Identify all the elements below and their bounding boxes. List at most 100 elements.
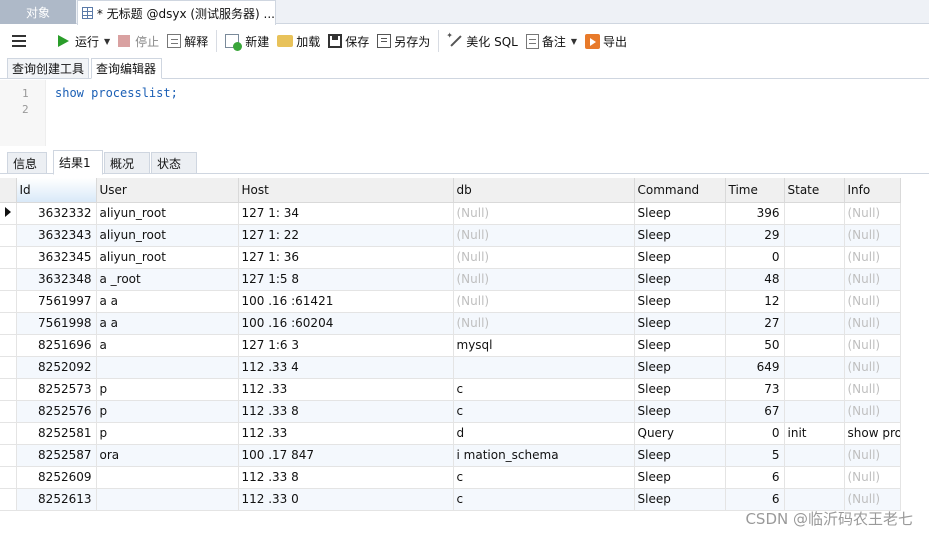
beautify-sql-button[interactable]: 美化 SQL — [443, 29, 522, 53]
cell-info[interactable]: (Null) — [844, 312, 901, 335]
cell-host[interactable]: 127 1: 22 — [238, 224, 454, 247]
chevron-down-icon[interactable]: ▼ — [571, 37, 577, 46]
cell-info[interactable]: (Null) — [844, 466, 901, 489]
table-row[interactable]: 8251696 a 127 1:6 3 mysql Sleep 50 (Null) — [0, 334, 901, 357]
cell-command[interactable]: Sleep — [634, 290, 726, 313]
cell-state[interactable] — [784, 400, 845, 423]
load-button[interactable]: 加载 — [273, 29, 324, 53]
cell-time[interactable]: 0 — [725, 422, 785, 445]
table-row[interactable]: 7561998 a a 100 .16 :60204 (Null) Sleep 27 (Nu… — [0, 312, 901, 335]
cell-host[interactable]: 112 .33 0 — [238, 488, 454, 511]
cell-command[interactable]: Sleep — [634, 400, 726, 423]
cell-id[interactable]: 8252573 — [16, 378, 97, 401]
column-header-id[interactable]: Id — [16, 178, 97, 203]
cell-host[interactable]: 112 .33 4 — [238, 356, 454, 379]
cell-state[interactable] — [784, 312, 845, 335]
cell-db[interactable]: i mation_schema — [453, 444, 635, 467]
row-marker[interactable] — [0, 488, 17, 511]
cell-command[interactable]: Sleep — [634, 312, 726, 335]
table-row[interactable]: 3632348 a _root 127 1:5 8 (Null) Sleep 48 (Nul… — [0, 268, 901, 291]
row-marker[interactable] — [0, 202, 17, 225]
cell-command[interactable]: Sleep — [634, 334, 726, 357]
cell-host[interactable]: 127 1:5 8 — [238, 268, 454, 291]
cell-user[interactable]: ora — [96, 444, 239, 467]
cell-time[interactable]: 67 — [725, 400, 785, 423]
cell-command[interactable]: Sleep — [634, 268, 726, 291]
cell-id[interactable]: 8252581 — [16, 422, 97, 445]
tab-result-1[interactable]: 结果1 — [53, 150, 103, 175]
cell-user[interactable] — [96, 466, 239, 489]
cell-db[interactable]: (Null) — [453, 290, 635, 313]
cell-command[interactable]: Query — [634, 422, 726, 445]
cell-command[interactable]: Sleep — [634, 466, 726, 489]
row-marker[interactable] — [0, 400, 17, 423]
cell-user[interactable] — [96, 488, 239, 511]
cell-time[interactable]: 29 — [725, 224, 785, 247]
cell-state[interactable] — [784, 202, 845, 225]
cell-host[interactable]: 127 1: 36 — [238, 246, 454, 269]
note-button[interactable]: 备注 ▼ — [522, 29, 581, 53]
tab-info[interactable]: 信息 — [7, 152, 47, 174]
table-row[interactable]: 8252613 112 .33 0 c Sleep 6 (Null) — [0, 488, 901, 511]
cell-state[interactable] — [784, 268, 845, 291]
cell-command[interactable]: Sleep — [634, 224, 726, 247]
cell-info[interactable]: (Null) — [844, 334, 901, 357]
cell-state[interactable] — [784, 224, 845, 247]
row-marker[interactable] — [0, 356, 17, 379]
tab-status[interactable]: 状态 — [151, 152, 197, 174]
cell-id[interactable]: 7561998 — [16, 312, 97, 335]
column-header-host[interactable]: Host — [238, 178, 454, 203]
cell-db[interactable]: d — [453, 422, 635, 445]
table-row[interactable]: 8252092 112 .33 4 Sleep 649 (Null) — [0, 356, 901, 379]
cell-info[interactable]: (Null) — [844, 400, 901, 423]
sql-code-line[interactable]: show processlist; — [55, 86, 178, 100]
cell-id[interactable]: 8252576 — [16, 400, 97, 423]
cell-time[interactable]: 48 — [725, 268, 785, 291]
column-header-db[interactable]: db — [453, 178, 635, 203]
cell-command[interactable]: Sleep — [634, 356, 726, 379]
row-marker[interactable] — [0, 378, 17, 401]
tab-objects[interactable]: 对象 — [0, 0, 76, 24]
cell-user[interactable]: p — [96, 400, 239, 423]
cell-id[interactable]: 3632343 — [16, 224, 97, 247]
cell-db[interactable]: (Null) — [453, 246, 635, 269]
row-marker[interactable] — [0, 290, 17, 313]
cell-user[interactable]: p — [96, 378, 239, 401]
cell-id[interactable]: 8252613 — [16, 488, 97, 511]
cell-user[interactable]: a a — [96, 312, 239, 335]
cell-time[interactable]: 0 — [725, 246, 785, 269]
cell-state[interactable]: init — [784, 422, 845, 445]
cell-host[interactable]: 112 .33 8 — [238, 400, 454, 423]
cell-db[interactable]: c — [453, 400, 635, 423]
cell-command[interactable]: Sleep — [634, 444, 726, 467]
table-row[interactable]: 3632343 aliyun_root 127 1: 22 (Null) Sleep 29… — [0, 224, 901, 247]
cell-id[interactable]: 8252609 — [16, 466, 97, 489]
explain-button[interactable]: 解释 — [163, 29, 212, 53]
save-as-button[interactable]: 另存为 — [373, 29, 434, 53]
table-row[interactable]: 3632345 aliyun_root 127 1: 36 (Null) Sleep 0(… — [0, 246, 901, 269]
cell-info[interactable]: (Null) — [844, 268, 901, 291]
table-row[interactable]: 8252587 ora 100 .17 847 i mation_schema Slee… — [0, 444, 901, 467]
cell-host[interactable]: 112 .33 — [238, 422, 454, 445]
cell-id[interactable]: 8252587 — [16, 444, 97, 467]
column-header-command[interactable]: Command — [634, 178, 726, 203]
table-row[interactable]: 8252581 p 112 .33 d Query 0 init show pro — [0, 422, 901, 445]
cell-id[interactable]: 3632345 — [16, 246, 97, 269]
cell-time[interactable]: 12 — [725, 290, 785, 313]
cell-user[interactable]: p — [96, 422, 239, 445]
chevron-down-icon[interactable]: ▼ — [104, 37, 110, 46]
cell-user[interactable]: a a — [96, 290, 239, 313]
column-header-state[interactable]: State — [784, 178, 845, 203]
cell-id[interactable]: 8252092 — [16, 356, 97, 379]
column-header-user[interactable]: User — [96, 178, 239, 203]
cell-state[interactable] — [784, 246, 845, 269]
cell-info[interactable]: (Null) — [844, 202, 901, 225]
cell-state[interactable] — [784, 334, 845, 357]
cell-command[interactable]: Sleep — [634, 202, 726, 225]
cell-host[interactable]: 127 1:6 3 — [238, 334, 454, 357]
cell-command[interactable]: Sleep — [634, 246, 726, 269]
row-marker[interactable] — [0, 422, 17, 445]
export-button[interactable]: 导出 — [581, 29, 631, 53]
cell-user[interactable] — [96, 356, 239, 379]
cell-command[interactable]: Sleep — [634, 488, 726, 511]
